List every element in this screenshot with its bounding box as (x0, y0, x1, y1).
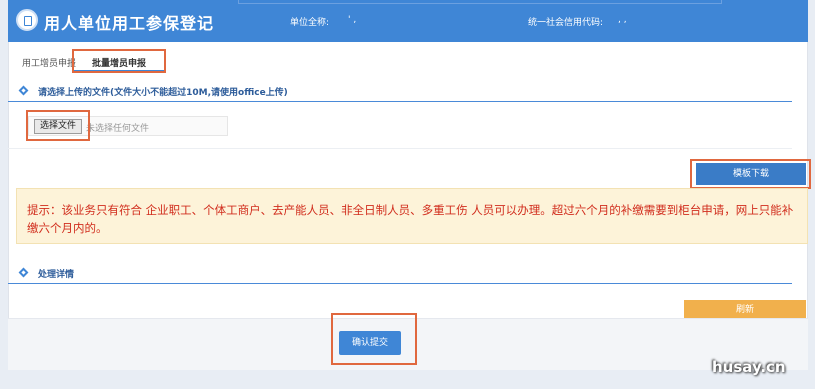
tab-highlight-box (72, 49, 166, 73)
choose-file-highlight-box (26, 110, 90, 141)
tab-single-add[interactable]: 用工增员申报 (22, 56, 76, 69)
details-section-title: 处理详情 (38, 270, 75, 280)
notice-banner: 提示：该业务只有符合 企业职工、个体工商户、去产能人员、非全日制人员、多重工伤 … (16, 188, 808, 244)
credit-code-value: , , (618, 15, 627, 25)
template-download-highlight-box (690, 159, 811, 189)
section-diamond-icon (18, 85, 29, 96)
details-section-header: 处理详情 (8, 262, 792, 284)
credit-code-label: 统一社会信用代码: (528, 18, 604, 28)
file-status-text: 未选择任何文件 (86, 124, 150, 134)
upload-section-header: 请选择上传的文件(文件大小不能超过10M,请使用office上传) (8, 80, 792, 102)
notice-text: 提示：该业务只有符合 企业职工、个体工商户、去产能人员、非全日制人员、多重工伤 … (27, 203, 794, 235)
submit-highlight-box (331, 313, 417, 365)
section-diamond-icon (18, 267, 29, 278)
divider (8, 148, 792, 149)
unit-name-label: 单位全称: (290, 18, 330, 28)
watermark-text: husay.cn (712, 358, 786, 376)
refresh-button[interactable]: 刷新 (684, 300, 806, 320)
upload-section-title: 请选择上传的文件(文件大小不能超过10M,请使用office上传) (38, 88, 288, 98)
header-highlight-outline (238, 0, 722, 4)
page-title: 用人单位用工参保登记 (44, 14, 215, 33)
logo-icon (16, 9, 38, 31)
app-header: 用人单位用工参保登记 单位全称: ' , 统一社会信用代码: , , (8, 0, 808, 42)
unit-name-value: ' , (348, 15, 357, 25)
